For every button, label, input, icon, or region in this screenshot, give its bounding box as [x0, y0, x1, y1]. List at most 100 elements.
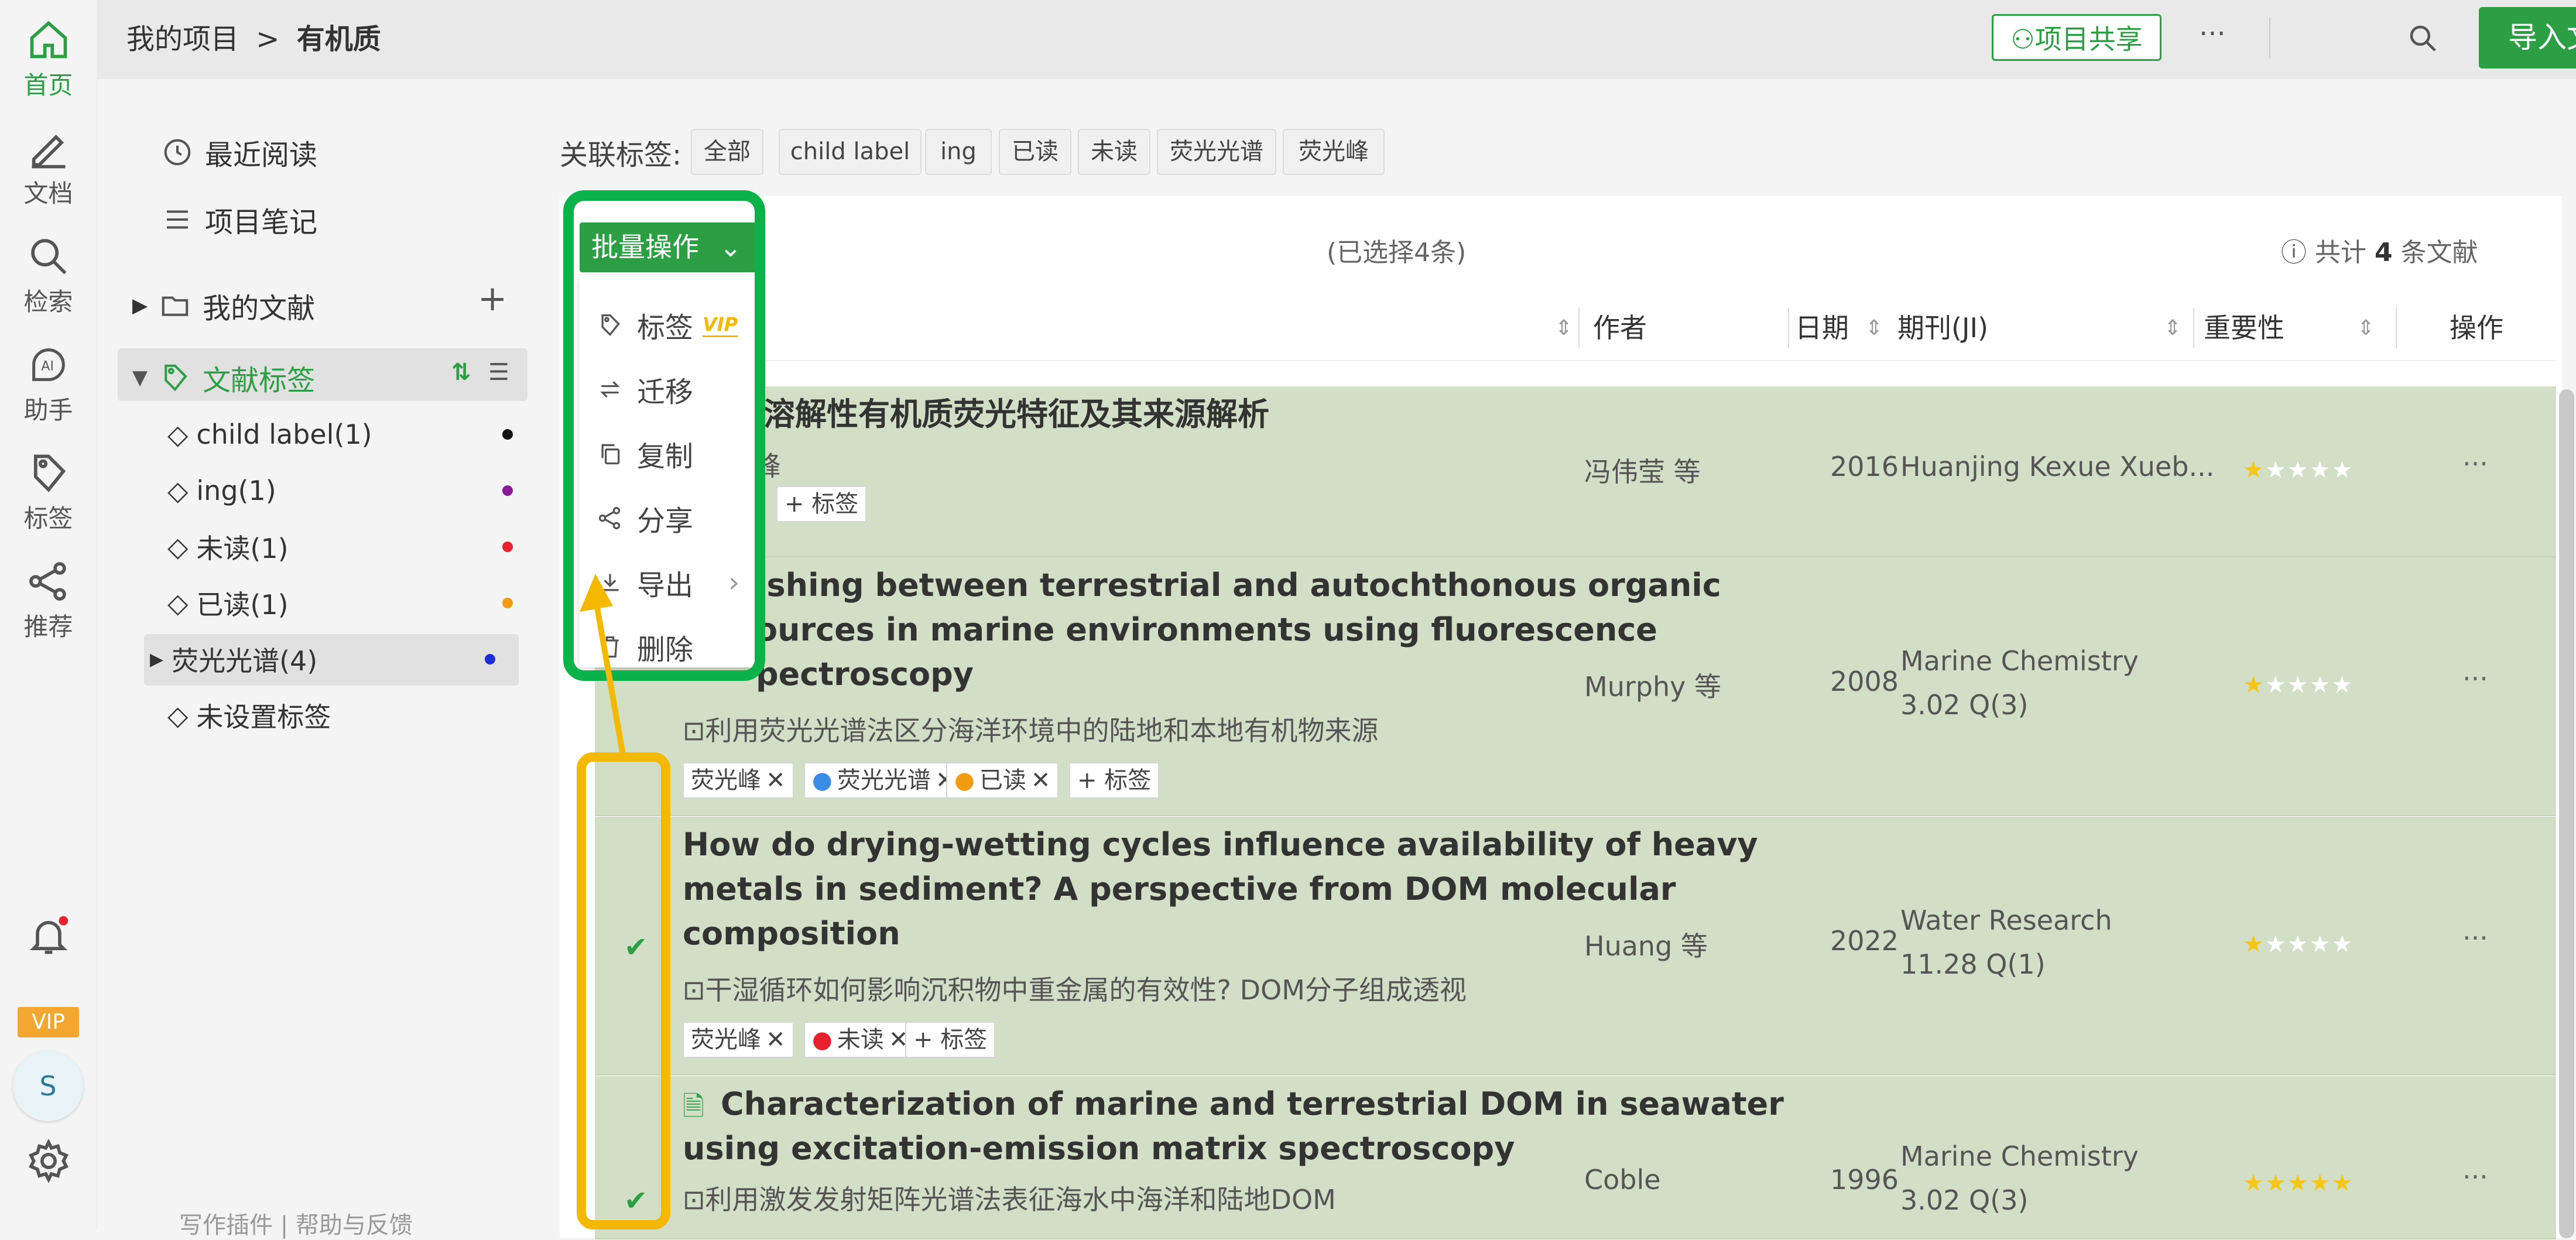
- column-importance[interactable]: 重要性: [2204, 296, 2284, 360]
- row-title-line[interactable]: ources in marine environments using fluo…: [756, 608, 1657, 652]
- rail-home[interactable]: 首页: [0, 18, 97, 101]
- clock-icon: [164, 139, 191, 166]
- add-folder-button[interactable]: +: [478, 278, 507, 319]
- rail-search[interactable]: 检索: [0, 234, 97, 318]
- rail-notifications[interactable]: [0, 913, 97, 958]
- ai-assistant-icon: AI: [32, 348, 65, 381]
- row-tag[interactable]: 荧光峰 ✕: [683, 1022, 794, 1058]
- column-author[interactable]: 作者: [1593, 296, 1647, 360]
- sort-icon[interactable]: ⇕: [2164, 316, 2181, 340]
- table-row[interactable]: 🗎 Characterization of marine and terrest…: [595, 1076, 2556, 1239]
- rail-docs[interactable]: 文档: [0, 126, 97, 210]
- home-icon: [30, 20, 67, 59]
- tag-color-dot: [502, 485, 513, 496]
- sort-icon[interactable]: ⇕: [1555, 316, 1573, 340]
- row-year: 2016: [1830, 451, 1899, 482]
- table-row[interactable]: How do drying-wetting cycles influence a…: [595, 817, 2556, 1075]
- row-title[interactable]: 水体溶解性有机质荧光特征及其来源解析: [700, 392, 1269, 437]
- row-tag[interactable]: ● 荧光光谱 ✕: [804, 762, 964, 799]
- row-tag[interactable]: ● 未读 ✕: [804, 1022, 917, 1058]
- tag-color-dot: ●: [954, 767, 975, 794]
- tag-icon: ◇: [167, 475, 189, 506]
- filter-chip-unread[interactable]: 未读: [1078, 129, 1150, 175]
- filter-chip-fluorescence-spectrum[interactable]: 荧光光谱: [1157, 129, 1276, 175]
- row-tag[interactable]: ● 已读 ✕: [946, 762, 1059, 799]
- sort-az-icon[interactable]: ⇅: [451, 359, 471, 386]
- tag-color-dot: [485, 654, 495, 664]
- tag-color-dot: [502, 429, 513, 440]
- vip-badge[interactable]: VIP: [18, 1007, 79, 1037]
- filter-chip-read[interactable]: 已读: [999, 129, 1071, 175]
- importance-stars[interactable]: ★★★★★: [2243, 457, 2354, 484]
- nav-project-notes[interactable]: 项目笔记: [162, 199, 317, 240]
- tag-item-unread[interactable]: ◇ 未读(1): [167, 520, 530, 573]
- translate-icon: ⊡: [683, 1184, 705, 1215]
- tag-item-child-label[interactable]: ◇ child label(1): [167, 408, 530, 461]
- avatar[interactable]: S: [13, 1051, 83, 1121]
- tag-item-fluorescence[interactable]: ▶ 荧光光谱(4): [150, 633, 513, 686]
- share-project-button[interactable]: ⚇项目共享: [1992, 14, 2161, 61]
- column-journal[interactable]: 期刊(JI): [1897, 296, 1988, 360]
- filter-chip-child-label[interactable]: child label: [779, 129, 922, 175]
- row-year: 2008: [1830, 666, 1899, 697]
- row-author: 冯伟莹 等: [1584, 456, 1701, 488]
- row-more-button[interactable]: ···: [2462, 1161, 2488, 1193]
- sort-list-icon[interactable]: ☰: [488, 359, 509, 386]
- row-title-line[interactable]: How do drying-wetting cycles influence a…: [683, 823, 1758, 867]
- rail-assistant[interactable]: AI 助手: [0, 342, 97, 426]
- tag-item-read[interactable]: ◇ 已读(1): [167, 577, 530, 629]
- scrollbar-thumb[interactable]: [2559, 389, 2574, 1238]
- sort-icon[interactable]: ⇕: [2357, 316, 2375, 340]
- column-date[interactable]: 日期: [1795, 296, 1849, 360]
- row-title-line[interactable]: pectroscopy: [756, 652, 974, 697]
- bell-icon: [29, 916, 68, 954]
- gear-icon: [28, 1139, 68, 1183]
- rail-settings[interactable]: [0, 1139, 97, 1183]
- rail-recommend[interactable]: 推荐: [0, 559, 97, 643]
- tag-icon: ◇: [167, 700, 189, 731]
- add-tag-button[interactable]: + 标签: [1069, 762, 1160, 799]
- row-tag[interactable]: 荧光峰 ✕: [683, 762, 794, 799]
- row-title-line[interactable]: ishing between terrestrial and autochtho…: [756, 563, 1721, 608]
- row-title-line[interactable]: metals in sediment? A perspective from D…: [683, 867, 1676, 912]
- row-title-line[interactable]: Characterization of marine and terrestri…: [721, 1082, 1784, 1126]
- nav-recent-reading[interactable]: 最近阅读: [162, 132, 317, 173]
- row-more-button[interactable]: ···: [2462, 448, 2488, 479]
- row-more-button[interactable]: ···: [2462, 663, 2488, 694]
- caret-right-icon: ▶: [150, 649, 164, 670]
- sort-icon[interactable]: ⇕: [1865, 316, 1883, 340]
- tag-item-ing[interactable]: ◇ ing(1): [167, 464, 530, 517]
- row-title-line[interactable]: composition: [683, 912, 900, 956]
- row-more-button[interactable]: ···: [2462, 922, 2488, 954]
- folder-icon: [162, 296, 189, 316]
- import-documents-button[interactable]: 导入文献: [2479, 7, 2576, 68]
- filter-chip-fluorescence-peak[interactable]: 荧光峰: [1283, 129, 1385, 175]
- importance-stars[interactable]: ★★★★★: [2243, 672, 2354, 698]
- nav-my-documents[interactable]: ▶ 我的文献: [132, 285, 315, 326]
- remove-tag-icon[interactable]: ✕: [1031, 762, 1051, 799]
- importance-stars[interactable]: ★★★★★: [2243, 931, 2354, 958]
- add-tag-button[interactable]: + 标签: [905, 1022, 996, 1058]
- nav-document-tags[interactable]: ▼ 文献标签: [132, 357, 315, 398]
- breadcrumb-current: 有机质: [296, 23, 381, 56]
- tag-item-unset[interactable]: ◇ 未设置标签: [167, 689, 530, 742]
- row-author: Coble: [1584, 1164, 1661, 1196]
- footer-links[interactable]: 写作插件 | 帮助与反馈: [179, 1206, 413, 1240]
- share-icon: [29, 562, 66, 601]
- filter-chip-ing[interactable]: ing: [925, 129, 992, 175]
- search-icon[interactable]: [2407, 22, 2439, 54]
- add-tag-button[interactable]: + 标签: [776, 486, 867, 522]
- remove-tag-icon[interactable]: ✕: [766, 1022, 786, 1058]
- tag-icon: ◇: [167, 587, 189, 619]
- importance-stars[interactable]: ★★★★★: [2243, 1170, 2354, 1197]
- more-menu-button[interactable]: ···: [2199, 18, 2226, 50]
- table-row[interactable]: 水体溶解性有机质荧光特征及其来源解析 荧光峰 ✕ + 标签 冯伟莹 等 2016…: [595, 386, 2556, 557]
- rail-tags[interactable]: 标签: [0, 451, 97, 535]
- remove-tag-icon[interactable]: ✕: [766, 762, 786, 799]
- document-list-panel: (已选择4条) ⓘ 共计 4 条文献 ⇕ 作者 日期 ⇕ 期刊(JI) ⇕ 重要…: [560, 196, 2574, 1239]
- table-row[interactable]: ishing between terrestrial and autochtho…: [595, 557, 2556, 816]
- breadcrumb-root[interactable]: 我的项目: [126, 23, 239, 56]
- filter-chip-all[interactable]: 全部: [691, 129, 763, 175]
- row-title-line[interactable]: using excitation-emission matrix spectro…: [683, 1126, 1515, 1171]
- row-author: Huang 等: [1584, 930, 1708, 962]
